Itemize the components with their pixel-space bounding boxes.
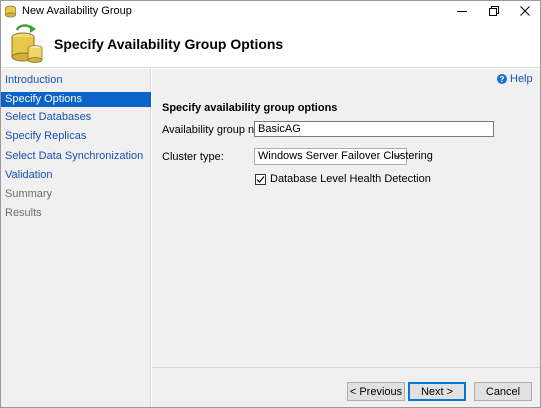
page-title: Specify Availability Group Options [54,36,284,52]
restore-icon [489,6,499,16]
title-bar: New Availability Group [1,1,540,22]
availability-group-icon [5,5,16,18]
wizard-window: New Availability Group Specify Availabil… [0,0,541,408]
nav-item-results: Results [5,207,42,219]
options-panel: ? Help Specify availability group option… [152,69,540,407]
nav-item-introduction[interactable]: Introduction [1,73,151,88]
close-button[interactable] [510,1,540,21]
cluster-type-dropdown[interactable]: Windows Server Failover Clustering [254,148,433,165]
footer-divider [152,367,540,368]
help-label: Help [510,73,533,85]
health-detection-option[interactable]: Database Level Health Detection [255,173,431,185]
help-icon: ? [497,74,507,84]
chevron-down-icon [394,154,402,159]
cluster-type-label: Cluster type: [162,151,224,163]
wizard-nav: Introduction Specify Options Select Data… [1,69,151,407]
nav-item-validation[interactable]: Validation [1,168,151,183]
previous-button[interactable]: < Previous [347,382,405,401]
wizard-header: Specify Availability Group Options [1,22,540,68]
availability-group-name-input[interactable]: BasicAG [254,121,494,137]
next-button[interactable]: Next > [408,382,466,401]
window-title: New Availability Group [22,5,132,17]
nav-item-specify-replicas[interactable]: Specify Replicas [1,129,151,144]
checkmark-icon [256,175,265,183]
health-detection-checkbox[interactable] [255,173,266,185]
minimize-button[interactable] [447,1,477,21]
health-detection-label: Database Level Health Detection [270,173,431,185]
cluster-type-value: Windows Server Failover Clustering [258,150,433,162]
help-link[interactable]: ? Help [497,72,533,86]
nav-item-select-data-synchronization[interactable]: Select Data Synchronization [1,149,151,164]
close-icon [520,6,530,16]
nav-item-select-databases[interactable]: Select Databases [1,110,151,125]
database-sync-icon [11,24,43,63]
nav-item-specify-options[interactable]: Specify Options [1,92,151,107]
minimize-icon [457,11,467,12]
cancel-button[interactable]: Cancel [474,382,532,401]
section-title: Specify availability group options [162,102,338,114]
nav-item-summary: Summary [5,188,53,200]
restore-button[interactable] [479,1,509,21]
